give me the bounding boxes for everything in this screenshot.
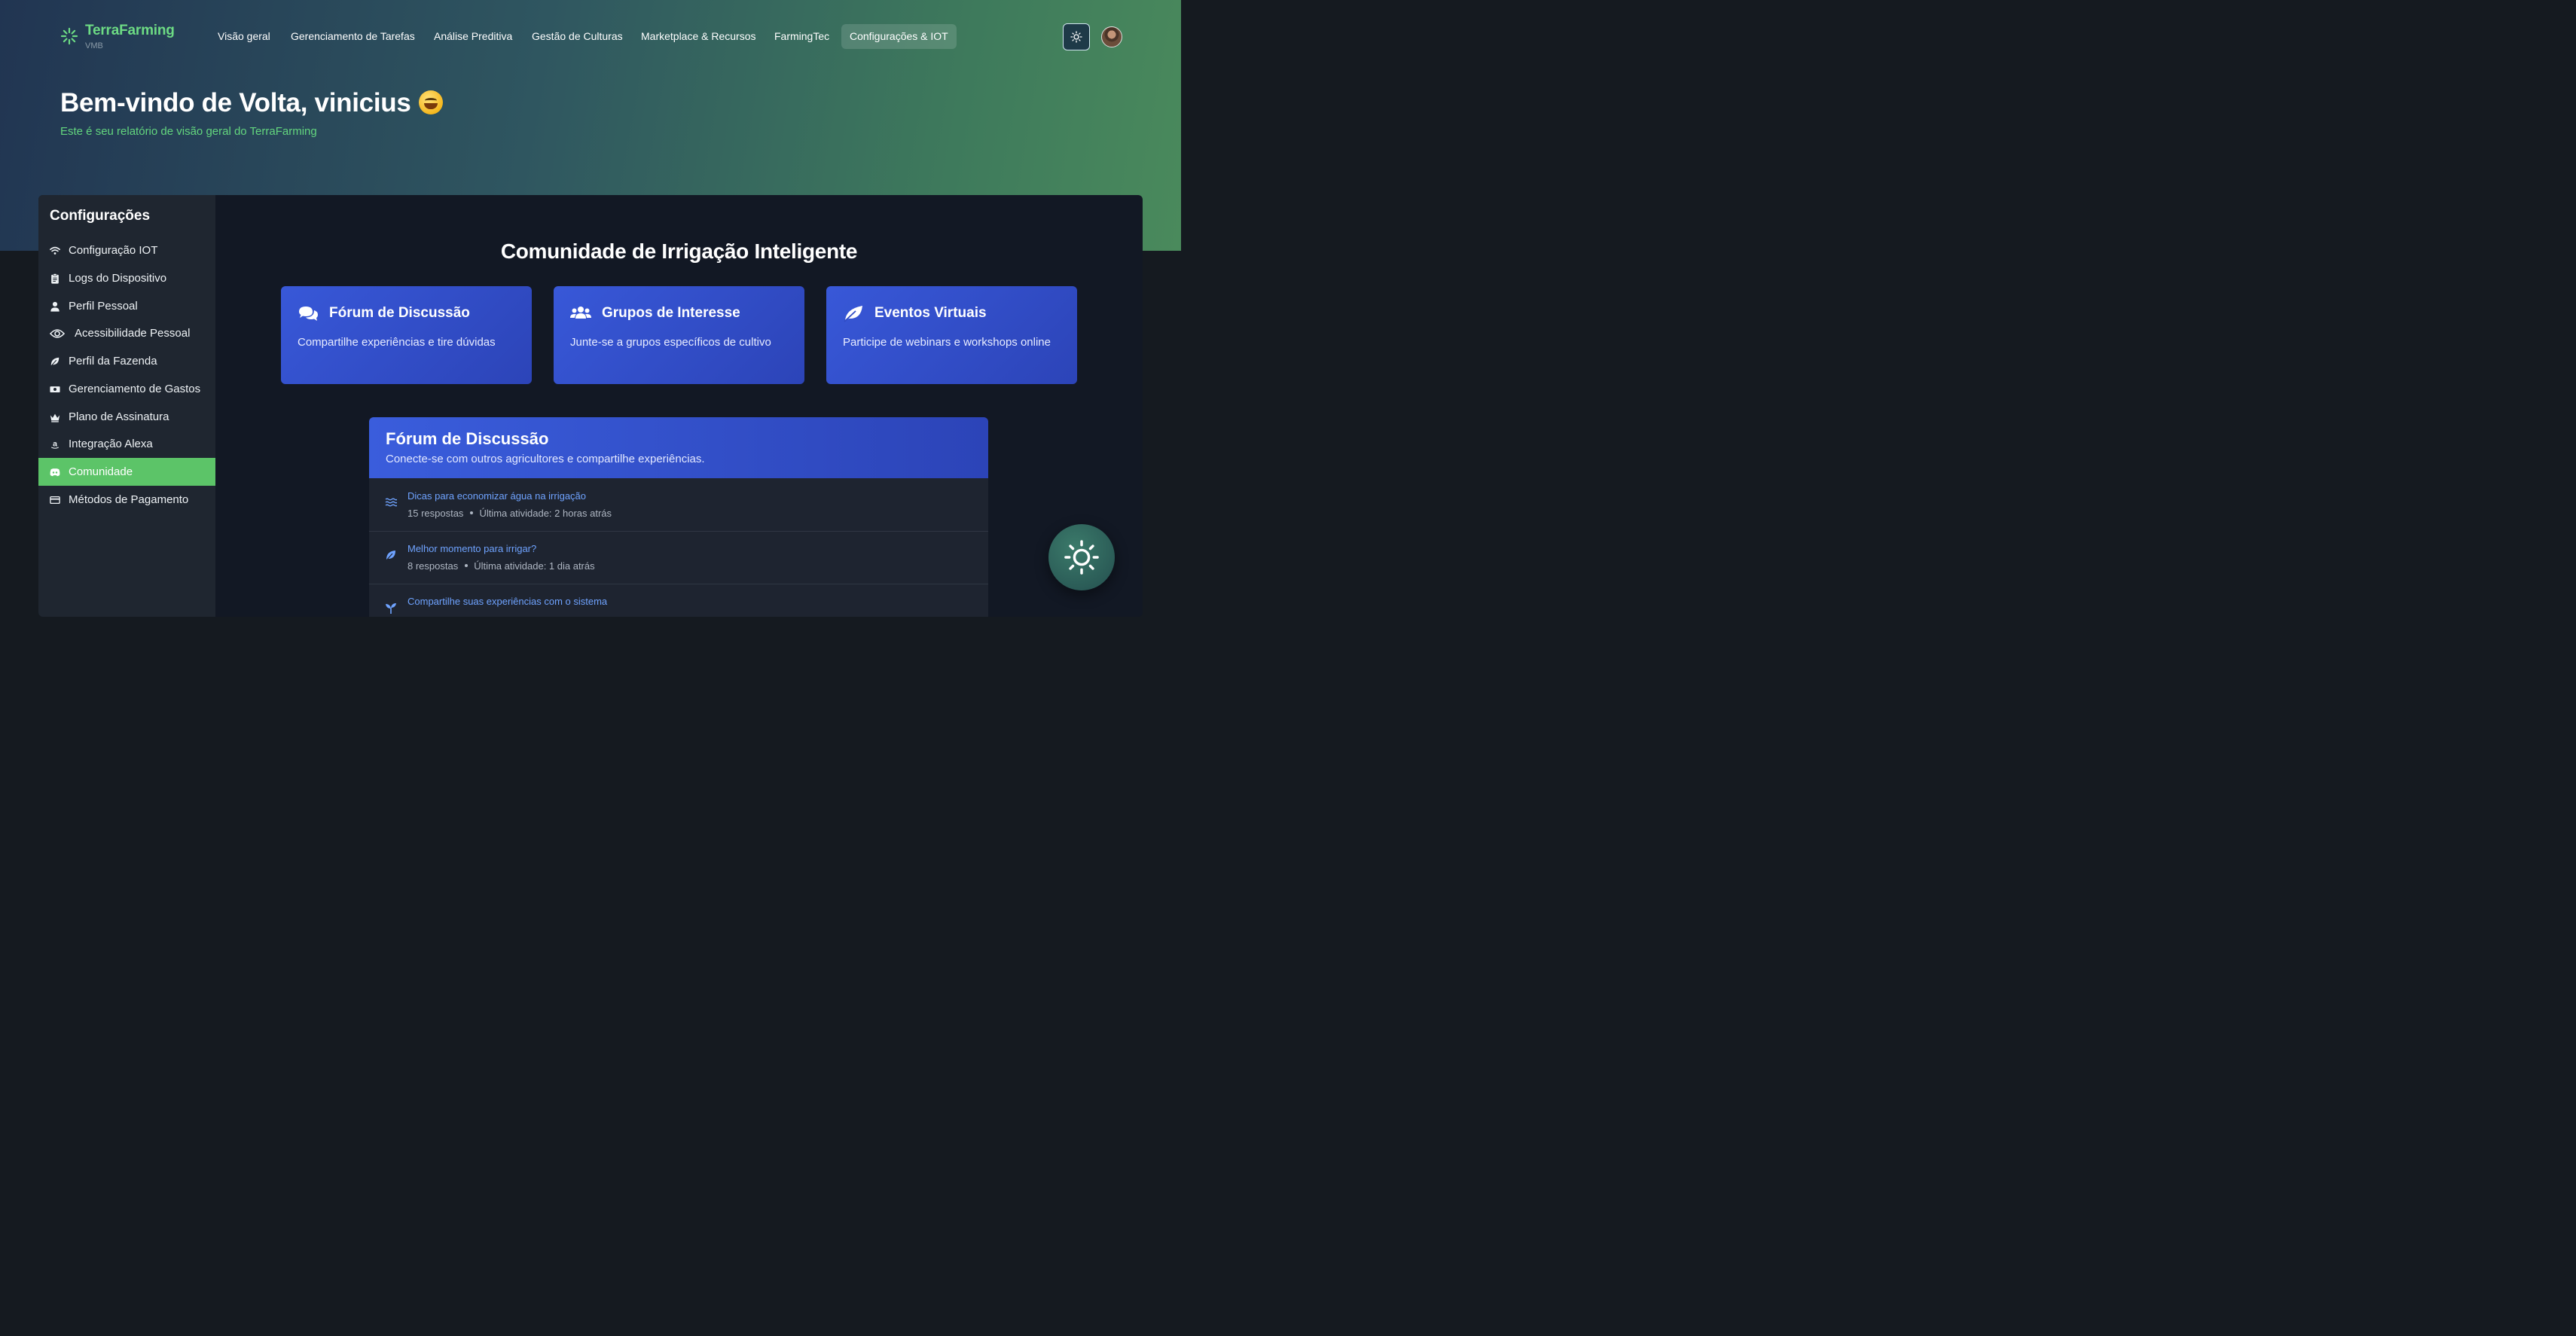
eye-icon bbox=[50, 328, 65, 338]
topic-replies: 15 respostas bbox=[407, 508, 464, 519]
topic-activity: Última atividade: 1 dia atrás bbox=[474, 560, 595, 572]
topic-meta: 15 respostas Última atividade: 2 horas at… bbox=[407, 508, 612, 519]
card-eventos-virtuais[interactable]: Eventos Virtuais Participe de webinars e… bbox=[826, 286, 1077, 384]
sidebar-item-comunidade[interactable]: Comunidade bbox=[38, 458, 215, 486]
top-navigation-bar: TerraFarming VMB Visão geral Gerenciamen… bbox=[0, 0, 1181, 72]
sidebar-item-label: Integração Alexa bbox=[69, 438, 153, 450]
separator-dot bbox=[470, 511, 474, 514]
discord-icon bbox=[50, 468, 60, 476]
topic-replies: 8 respostas bbox=[407, 560, 459, 572]
forum-topic[interactable]: Melhor momento para irrigar? 8 respostas… bbox=[369, 531, 988, 584]
sidebar-item-label: Configuração IOT bbox=[69, 244, 158, 257]
card-description: Junte-se a grupos específicos de cultivo bbox=[570, 336, 771, 349]
forum-topic[interactable]: Dicas para economizar água na irrigação … bbox=[369, 478, 988, 532]
sidebar-item-label: Comunidade bbox=[69, 465, 133, 478]
sidebar-item-plano-de-assinatura[interactable]: Plano de Assinatura bbox=[38, 403, 215, 431]
forum-header: Fórum de Discussão Conecte-se com outros… bbox=[369, 417, 988, 478]
card-title: Fórum de Discussão bbox=[329, 305, 470, 321]
card-grupos-de-interesse[interactable]: Grupos de Interesse Junte-se a grupos es… bbox=[554, 286, 804, 384]
settings-panel: Configurações Configuração IOT Logs do D… bbox=[38, 195, 1143, 617]
sidebar-item-perfil-da-fazenda[interactable]: Perfil da Fazenda bbox=[38, 347, 215, 375]
clipboard-icon bbox=[51, 273, 59, 284]
topic-activity: Última atividade: 2 horas atrás bbox=[479, 508, 612, 519]
brand-subtitle: VMB bbox=[85, 41, 103, 50]
users-icon bbox=[570, 307, 591, 319]
amazon-icon: a bbox=[50, 439, 60, 449]
topic-title-link[interactable]: Compartilhe suas experiências com o sist… bbox=[407, 596, 607, 607]
credit-card-icon bbox=[50, 496, 60, 504]
sidebar-item-acessibilidade-pessoal[interactable]: Acessibilidade Pessoal bbox=[38, 319, 215, 347]
card-description: Compartilhe experiências e tire dúvidas bbox=[298, 336, 496, 349]
money-icon bbox=[50, 386, 60, 392]
crown-icon bbox=[50, 413, 60, 422]
sidebar-item-label: Perfil da Fazenda bbox=[69, 355, 157, 368]
leaf-icon bbox=[50, 357, 60, 366]
water-icon bbox=[385, 498, 397, 507]
card-description: Participe de webinars e workshops online bbox=[843, 336, 1051, 349]
nav-gerenciamento-de-tarefas[interactable]: Gerenciamento de Tarefas bbox=[282, 24, 423, 49]
wifi-icon bbox=[50, 246, 60, 255]
leaf-icon bbox=[386, 551, 395, 561]
topic-meta: 8 respostas Última atividade: 1 dia atrás bbox=[407, 560, 595, 572]
separator-dot bbox=[465, 564, 469, 567]
sidebar-item-perfil-pessoal[interactable]: Perfil Pessoal bbox=[38, 292, 215, 320]
sidebar-item-label: Perfil Pessoal bbox=[69, 300, 138, 313]
sidebar-item-integracao-alexa[interactable]: a Integração Alexa bbox=[38, 430, 215, 458]
sidebar-title: Configurações bbox=[50, 208, 151, 224]
welcome-subtitle: Este é seu relatório de visão geral do T… bbox=[60, 125, 317, 138]
welcome-heading: Bem-vindo de Volta, vinicius bbox=[60, 88, 443, 118]
sidebar-item-label: Plano de Assinatura bbox=[69, 410, 169, 423]
sidebar-item-configuracao-iot[interactable]: Configuração IOT bbox=[38, 236, 215, 264]
sidebar-item-label: Logs do Dispositivo bbox=[69, 272, 167, 285]
card-forum-de-discussao[interactable]: Fórum de Discussão Compartilhe experiênc… bbox=[281, 286, 532, 384]
nav-analise-preditiva[interactable]: Análise Preditiva bbox=[426, 24, 520, 49]
svg-text:a: a bbox=[53, 439, 57, 448]
sidebar-item-label: Métodos de Pagamento bbox=[69, 493, 189, 506]
grinning-face-emoji-icon bbox=[418, 90, 443, 114]
floating-theme-button[interactable] bbox=[1048, 524, 1115, 590]
settings-sidebar: Configurações Configuração IOT Logs do D… bbox=[38, 195, 215, 617]
user-avatar[interactable] bbox=[1101, 26, 1122, 47]
sun-icon bbox=[1064, 540, 1099, 575]
theme-toggle-button[interactable] bbox=[1063, 23, 1090, 50]
nav-farmingtec[interactable]: FarmingTec bbox=[766, 24, 838, 49]
sidebar-item-label: Acessibilidade Pessoal bbox=[75, 327, 191, 340]
card-title: Eventos Virtuais bbox=[874, 305, 987, 321]
nav-gestao-de-culturas[interactable]: Gestão de Culturas bbox=[523, 24, 631, 49]
brand-logo[interactable]: TerraFarming VMB bbox=[60, 23, 175, 51]
sun-burst-logo-icon bbox=[60, 27, 78, 45]
sidebar-item-metodos-de-pagamento[interactable]: Métodos de Pagamento bbox=[38, 486, 215, 514]
seedling-icon bbox=[386, 603, 396, 614]
card-title: Grupos de Interesse bbox=[602, 305, 740, 321]
forum-topic[interactable]: Compartilhe suas experiências com o sist… bbox=[369, 584, 988, 617]
topic-title-link[interactable]: Dicas para economizar água na irrigação bbox=[407, 490, 586, 502]
sidebar-item-label: Gerenciamento de Gastos bbox=[69, 383, 201, 395]
sidebar-item-logs-do-dispositivo[interactable]: Logs do Dispositivo bbox=[38, 264, 215, 292]
user-icon bbox=[50, 301, 60, 312]
welcome-text: Bem-vindo de Volta, vinicius bbox=[60, 88, 411, 117]
forum-title: Fórum de Discussão bbox=[386, 429, 549, 448]
nav-visao-geral[interactable]: Visão geral bbox=[209, 24, 279, 49]
sidebar-item-gerenciamento-de-gastos[interactable]: Gerenciamento de Gastos bbox=[38, 375, 215, 403]
page-title: Comunidade de Irrigação Inteligente bbox=[500, 239, 858, 263]
forum-subtitle: Conecte-se com outros agricultores e com… bbox=[386, 453, 705, 465]
feather-icon bbox=[844, 306, 862, 322]
forum-section: Fórum de Discussão Conecte-se com outros… bbox=[369, 417, 988, 617]
nav-marketplace-recursos[interactable]: Marketplace & Recursos bbox=[633, 24, 765, 49]
sun-icon bbox=[1070, 31, 1082, 43]
comments-icon bbox=[299, 307, 318, 321]
topic-title-link[interactable]: Melhor momento para irrigar? bbox=[407, 543, 536, 554]
brand-name: TerraFarming bbox=[85, 23, 175, 38]
nav-configuracoes-iot[interactable]: Configurações & IOT bbox=[841, 24, 957, 49]
